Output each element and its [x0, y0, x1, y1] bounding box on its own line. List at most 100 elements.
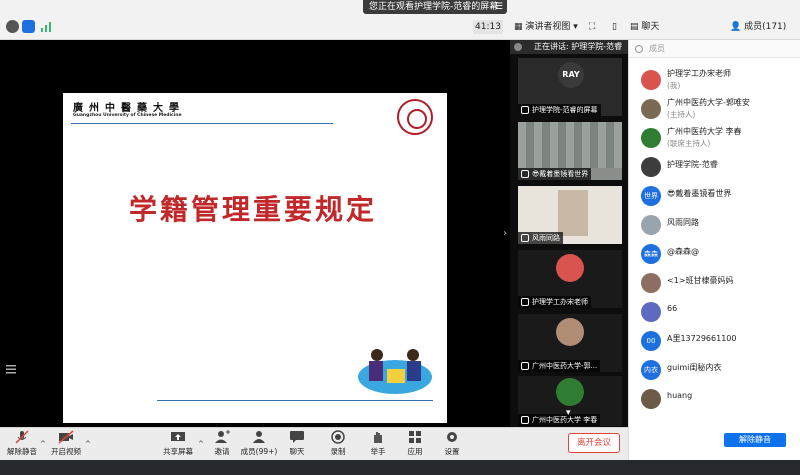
menu-icon[interactable]: ☰	[495, 0, 503, 14]
mic-icon	[521, 298, 529, 306]
chevron-down-icon: ▾	[570, 22, 578, 32]
scroll-down-icon[interactable]: ▾	[566, 408, 571, 418]
participant-name: 护理学院-范睿	[667, 160, 718, 169]
participant-row[interactable]: <1>班甘棣豪妈妈	[629, 269, 800, 297]
meeting-toolbar: 解除静音 ^ 开启视频 ^ 共享屏幕 ^ 邀请 成员(99+) 聊天 录制 举手…	[0, 427, 628, 460]
avatar	[556, 318, 584, 346]
avatar	[641, 128, 661, 148]
avatar	[641, 70, 661, 90]
fullscreen-icon[interactable]: ⛶	[589, 20, 595, 34]
university-logo	[397, 99, 433, 135]
viewing-indicator[interactable]: 您正在观看护理学院-范睿的屏幕 ☰	[363, 0, 507, 14]
mic-muted-icon	[15, 430, 29, 444]
participant-row[interactable]: 66	[629, 298, 800, 326]
view-mode-button[interactable]: ▦ 演讲者视图 ▾	[514, 20, 578, 34]
participant-search[interactable]: 成员	[629, 40, 800, 58]
university-name-en: Guangzhou University of Chinese Medicine	[73, 113, 182, 118]
participant-row[interactable]: 护理学工办宋老师 (我)	[629, 66, 800, 94]
tile-label: 风雨同路	[518, 232, 563, 244]
people-icon	[253, 431, 265, 443]
record-icon	[331, 430, 345, 444]
participant-row[interactable]: 内衣 guimi闺秘内衣	[629, 356, 800, 384]
participant-name: guimi闺秘内衣	[667, 363, 722, 372]
video-tile[interactable]: 风雨同路	[518, 186, 622, 244]
avatar	[641, 389, 661, 409]
mic-icon	[521, 234, 529, 242]
tile-label: 护理学院-范睿的屏幕	[518, 104, 601, 116]
participant-role: (联席主持人)	[667, 139, 711, 148]
list-icon[interactable]	[6, 364, 16, 374]
signal-icon[interactable]	[40, 20, 53, 33]
video-tile[interactable]: 护理学工办宋老师	[518, 250, 622, 308]
participant-row[interactable]: 广州中医药大学 李春 (联席主持人)	[629, 124, 800, 152]
shield-icon[interactable]	[22, 20, 35, 33]
person-icon: 👤	[730, 22, 745, 32]
participant-name: 风雨同路	[667, 218, 699, 227]
video-tile[interactable]: 😎戴着墨镜看世界	[518, 122, 622, 180]
start-video-button[interactable]: 开启视频	[44, 430, 88, 460]
apps-icon	[409, 431, 421, 443]
settings-button[interactable]: 设置	[430, 430, 474, 460]
participant-row[interactable]: 风雨同路	[629, 211, 800, 239]
video-feed	[518, 122, 622, 168]
participant-row[interactable]: huang	[629, 385, 800, 413]
chat-icon	[290, 431, 304, 443]
collapse-arrow-icon[interactable]: ›	[503, 228, 507, 239]
meeting-timer: 41:13	[473, 20, 503, 34]
participant-row[interactable]: 广州中医药大学-郭唯安 (主持人)	[629, 95, 800, 123]
video-tile[interactable]: 广州中医药大学 李春	[518, 376, 622, 426]
participant-row[interactable]: 世界 😎戴着墨镜看世界	[629, 182, 800, 210]
participant-row[interactable]: 00 A里13729661100	[629, 327, 800, 355]
gear-icon	[447, 432, 457, 442]
info-icon[interactable]	[6, 20, 19, 33]
video-feed	[558, 190, 588, 236]
avatar	[641, 157, 661, 177]
hand-icon	[374, 432, 382, 443]
video-tile[interactable]: RAY 护理学院-范睿的屏幕	[518, 58, 622, 116]
participant-name: huang	[667, 391, 693, 400]
active-speaker-text: 正在讲话: 护理学院-范睿	[534, 42, 623, 51]
chat-button[interactable]: 聊天	[275, 430, 319, 460]
avatar: 00	[641, 331, 661, 351]
participant-name: 广州中医药大学-郭唯安	[667, 98, 750, 107]
leave-meeting-button[interactable]: 离开会议	[568, 433, 620, 453]
avatar	[641, 215, 661, 235]
divider	[71, 123, 333, 124]
chat-tab[interactable]: ▤ 聊天	[630, 20, 659, 34]
avatar: 世界	[641, 186, 661, 206]
settings-label: 设置	[444, 447, 460, 456]
chevron-up-icon[interactable]: ^	[85, 440, 91, 448]
participants-panel: 成员 护理学工办宋老师 (我) 广州中医药大学-郭唯安 (主持人) 广州中医药大学 李春…	[628, 40, 800, 460]
avatar	[641, 99, 661, 119]
members-tab[interactable]: 👤 成员(171)	[730, 16, 800, 38]
participant-row[interactable]: 护理学院-范睿	[629, 153, 800, 181]
record-button[interactable]: 录制	[316, 430, 360, 460]
university-name-cn: 廣州中醫藥大學	[73, 103, 185, 114]
search-placeholder: 成员	[649, 44, 665, 53]
tile-label: 广州中医药大学 李春	[518, 414, 601, 426]
tile-label: 😎戴着墨镜看世界	[518, 168, 592, 180]
start-video-label: 开启视频	[51, 447, 81, 456]
members-tab-label: 成员(171)	[744, 22, 787, 32]
participant-name: @森森@	[667, 247, 699, 256]
unmute-all-button[interactable]: 解除静音	[724, 433, 786, 447]
participant-name: 66	[667, 304, 678, 313]
unmute-label: 解除静音	[7, 447, 37, 456]
shared-screen: 廣州中醫藥大學 Guangzhou University of Chinese …	[0, 40, 510, 427]
video-gallery: 正在讲话: 护理学院-范睿 RAY 护理学院-范睿的屏幕 😎戴着墨镜看世界 风雨…	[510, 40, 628, 427]
avatar: 内衣	[641, 360, 661, 380]
avatar: RAY	[558, 62, 584, 88]
tile-label: 护理学工办宋老师	[518, 296, 591, 308]
unmute-button[interactable]: 解除静音	[0, 430, 44, 460]
participant-name: 广州中医药大学 李春	[667, 127, 742, 136]
handshake-clipart	[358, 349, 432, 394]
participant-name: <1>班甘棣豪妈妈	[667, 276, 734, 285]
participant-name: 😎戴着墨镜看世界	[667, 189, 732, 198]
participant-row[interactable]: 森森 @森森@	[629, 240, 800, 268]
share-screen-button[interactable]: 共享屏幕	[156, 430, 200, 460]
video-tile[interactable]: 广州中医药大学-郭...	[518, 314, 622, 372]
mic-icon	[521, 170, 529, 178]
panel-toggle-icon[interactable]: ▯	[612, 20, 617, 34]
participant-name: 护理学工办宋老师	[667, 69, 731, 78]
avatar	[641, 302, 661, 322]
